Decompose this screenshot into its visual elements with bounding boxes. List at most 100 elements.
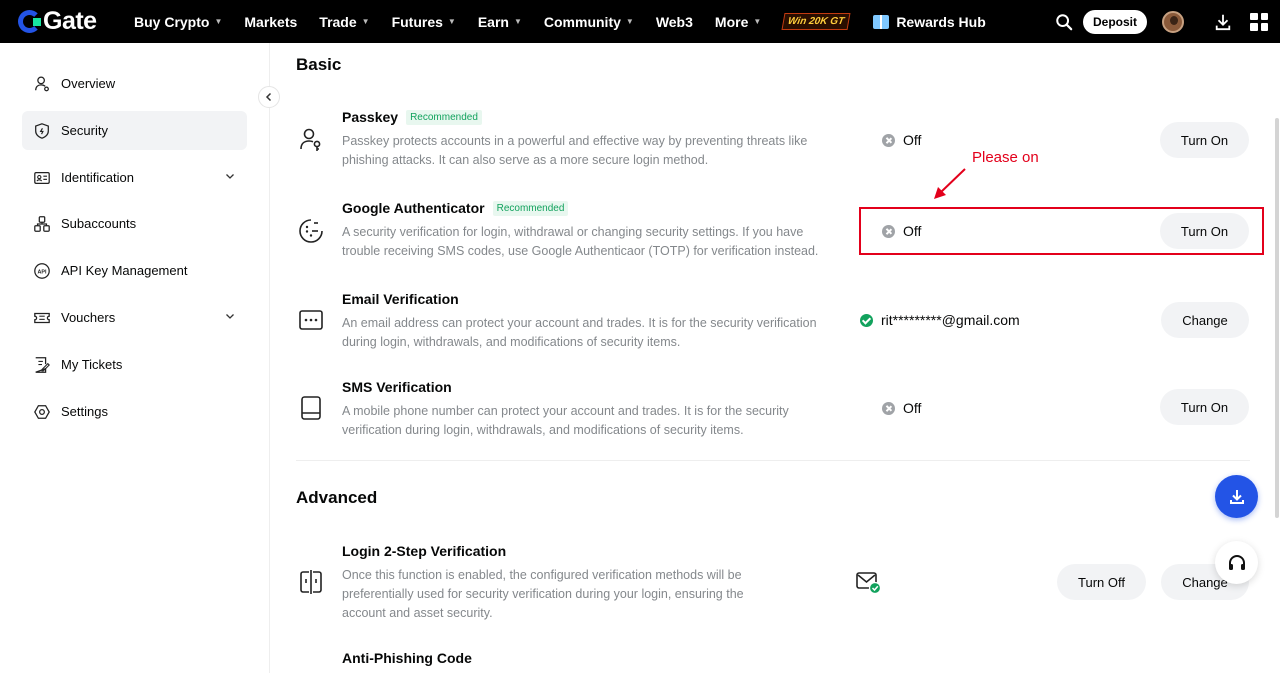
main-nav: Buy Crypto ▼ Markets Trade ▼ Futures ▼ Earn…	[134, 0, 1008, 43]
off-status-icon	[882, 133, 895, 147]
nav-label: Futures	[391, 13, 443, 30]
caret-down-icon: ▼	[447, 17, 456, 26]
email-icon	[299, 310, 323, 330]
nav-earn[interactable]: Earn ▼	[478, 14, 522, 30]
row-title: Email Verification	[342, 291, 459, 307]
sidebar-item-overview[interactable]: Overview	[22, 64, 247, 103]
row-title: SMS Verification	[342, 379, 452, 395]
nav-buy-crypto[interactable]: Buy Crypto ▼	[134, 14, 222, 30]
row-title-text: Anti-Phishing Code	[342, 650, 472, 666]
nav-label: Community	[543, 13, 621, 30]
deposit-button[interactable]: Deposit	[1082, 9, 1147, 34]
row-title: Passkey Recommended	[342, 109, 482, 125]
sidebar-item-vouchers[interactable]: Vouchers	[22, 298, 247, 337]
status-indicator: Off	[882, 400, 921, 416]
row-description: Passkey protects accounts in a powerful …	[342, 134, 808, 167]
row-description: Once this function is enabled, the confi…	[342, 568, 744, 620]
promo-banner[interactable]: Win 20K GT	[781, 13, 851, 30]
sidebar-item-subaccounts[interactable]: Subaccounts	[22, 204, 247, 243]
recommended-badge: Recommended	[406, 109, 482, 125]
sidebar-item-label: Security	[61, 123, 108, 138]
off-status-icon	[882, 401, 895, 415]
id-card-icon	[34, 171, 50, 184]
sidebar-item-label: Identification	[61, 170, 134, 185]
row-title: Google Authenticator Recommended	[342, 200, 569, 216]
two-step-icon	[300, 570, 322, 594]
row-description: A security verification for login, withd…	[342, 225, 819, 258]
nav-label: More	[714, 13, 749, 30]
login-2step-turn-off-button[interactable]: Turn Off	[1057, 564, 1146, 600]
sidebar-item-api-key[interactable]: API API Key Management	[22, 251, 247, 290]
page-scrollbar[interactable]	[1275, 118, 1279, 518]
nav-trade[interactable]: Trade ▼	[319, 14, 369, 30]
section-divider	[296, 460, 1250, 461]
status-text: Off	[903, 132, 922, 148]
annotation-text: Please on	[972, 149, 1039, 166]
nav-community[interactable]: Community ▼	[544, 14, 634, 30]
api-icon: API	[34, 262, 50, 279]
sidebar-item-label: Overview	[61, 76, 116, 91]
chevron-left-icon	[265, 92, 272, 102]
row-description: A mobile phone number can protect your a…	[342, 404, 789, 437]
search-icon[interactable]	[1055, 13, 1073, 31]
svg-text:API: API	[38, 269, 47, 275]
verified-status-icon	[860, 313, 873, 327]
collapse-sidebar-button[interactable]	[258, 86, 280, 108]
shield-icon	[35, 122, 49, 139]
annotation-arrow-icon	[934, 168, 966, 199]
row-title-text: Passkey	[342, 109, 399, 125]
status-indicator: rit*********@gmail.com	[860, 312, 1020, 328]
caret-down-icon: ▼	[753, 17, 762, 26]
sidebar-item-label: Settings	[61, 404, 108, 419]
nav-web3[interactable]: Web3	[656, 14, 693, 30]
row-title: Login 2-Step Verification	[342, 543, 506, 559]
caret-down-icon: ▼	[214, 17, 223, 26]
nav-more[interactable]: More ▼	[715, 14, 761, 30]
settings-icon	[34, 404, 50, 419]
row-title: Anti-Phishing Code	[342, 650, 472, 666]
top-navbar: Gate Buy Crypto ▼ Markets Trade ▼ Futures ▼…	[0, 0, 1280, 43]
apps-grid-icon[interactable]	[1250, 12, 1268, 31]
sidebar-item-label: API Key Management	[61, 263, 188, 278]
status-indicator: Off	[882, 132, 921, 148]
nav-label: Buy Crypto	[134, 13, 210, 30]
row-title-text: Google Authenticator	[342, 200, 485, 216]
recommended-badge: Recommended	[492, 200, 569, 216]
voucher-icon	[34, 312, 50, 323]
rewards-hub-link[interactable]: Rewards Hub	[873, 13, 986, 30]
rewards-label: Rewards Hub	[896, 13, 986, 30]
phone-icon	[301, 396, 321, 420]
nav-label: Earn	[477, 13, 509, 30]
sidebar-item-settings[interactable]: Settings	[22, 392, 247, 431]
sidebar-item-identification[interactable]: Identification	[22, 158, 247, 197]
sidebar-item-my-tickets[interactable]: My Tickets	[22, 345, 247, 384]
row-title-text: Login 2-Step Verification	[342, 543, 507, 559]
user-icon	[35, 76, 49, 91]
floating-download-button[interactable]	[1215, 475, 1258, 518]
floating-support-button[interactable]	[1215, 541, 1258, 584]
gate-logo[interactable]: Gate	[18, 6, 97, 35]
sidebar-item-security[interactable]: Security	[22, 111, 247, 150]
header-actions: Deposit	[1055, 0, 1280, 43]
section-title-basic: Basic	[296, 55, 342, 74]
passkey-icon	[300, 128, 321, 151]
passkey-turn-on-button[interactable]: Turn On	[1160, 122, 1249, 158]
chevron-down-icon	[226, 174, 234, 179]
headset-icon	[1228, 554, 1245, 570]
avatar[interactable]	[1162, 10, 1184, 33]
sidebar-item-label: My Tickets	[61, 357, 123, 372]
sidebar-item-label: Subaccounts	[61, 216, 137, 231]
row-title-text: SMS Verification	[342, 379, 452, 395]
logo-text: Gate	[43, 6, 97, 35]
sms-turn-on-button[interactable]: Turn On	[1160, 389, 1249, 425]
authenticator-icon	[299, 219, 323, 243]
email-change-button[interactable]: Change	[1161, 302, 1249, 338]
nav-futures[interactable]: Futures ▼	[392, 14, 456, 30]
download-icon[interactable]	[1214, 13, 1232, 31]
subaccounts-icon	[34, 215, 50, 232]
nav-markets[interactable]: Markets	[244, 14, 297, 30]
gift-icon	[873, 14, 890, 29]
gate-logo-mark	[18, 9, 41, 33]
caret-down-icon: ▼	[625, 17, 634, 26]
email-address-text: rit*********@gmail.com	[881, 312, 1020, 328]
